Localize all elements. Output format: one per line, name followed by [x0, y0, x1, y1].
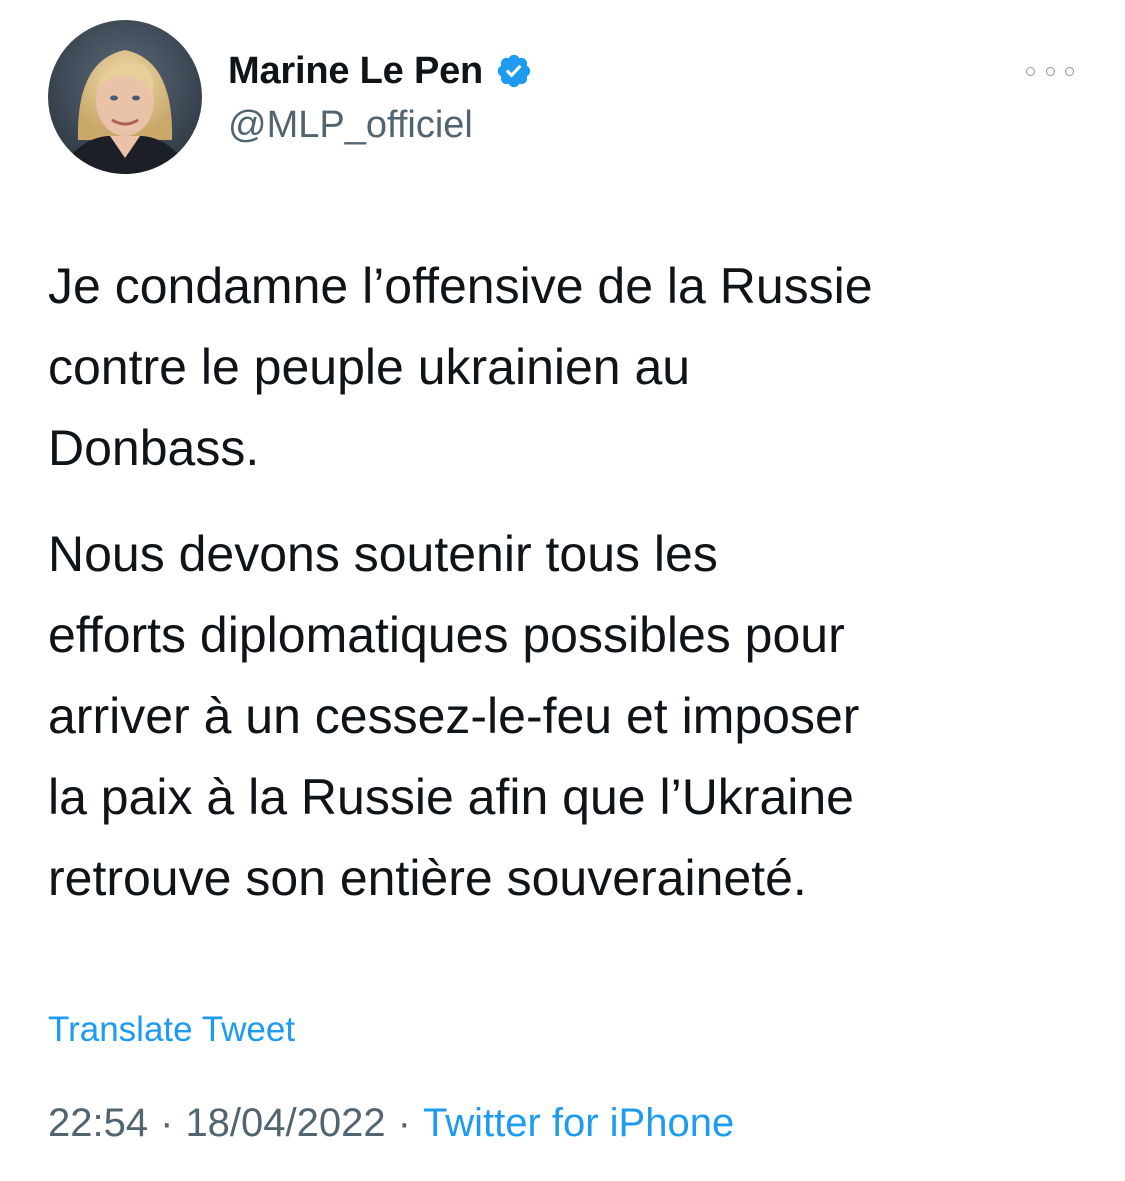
more-options-icon[interactable]	[1026, 60, 1074, 82]
verified-badge-icon	[497, 54, 531, 88]
tweet: Marine Le Pen @MLP_officiel Je condamne …	[0, 0, 1125, 1181]
tweet-paragraph: Nous devons soutenir tous les efforts di…	[48, 526, 860, 906]
meta-separator: ·	[160, 1101, 174, 1145]
avatar[interactable]	[48, 20, 202, 174]
more-dot	[1065, 66, 1074, 76]
more-dot	[1045, 66, 1055, 76]
translate-tweet-link[interactable]: Translate Tweet	[48, 1010, 295, 1050]
author-display-name[interactable]: Marine Le Pen	[228, 50, 483, 93]
meta-separator: ·	[397, 1101, 411, 1145]
tweet-source-link[interactable]: Twitter for iPhone	[423, 1101, 734, 1145]
tweet-paragraph: Je condamne l’offensive de la Russie con…	[48, 258, 873, 476]
tweet-text: Je condamne l’offensive de la Russie con…	[48, 246, 1098, 919]
tweet-meta: 22:54 · 18/04/2022 · Twitter for iPhone	[48, 1101, 734, 1146]
tweet-date[interactable]: 18/04/2022	[185, 1101, 385, 1145]
more-dot	[1026, 66, 1035, 76]
tweet-time[interactable]: 22:54	[48, 1101, 148, 1145]
author-handle[interactable]: @MLP_officiel	[228, 104, 473, 147]
author-name-row[interactable]: Marine Le Pen	[228, 48, 533, 94]
avatar-image	[48, 20, 202, 174]
